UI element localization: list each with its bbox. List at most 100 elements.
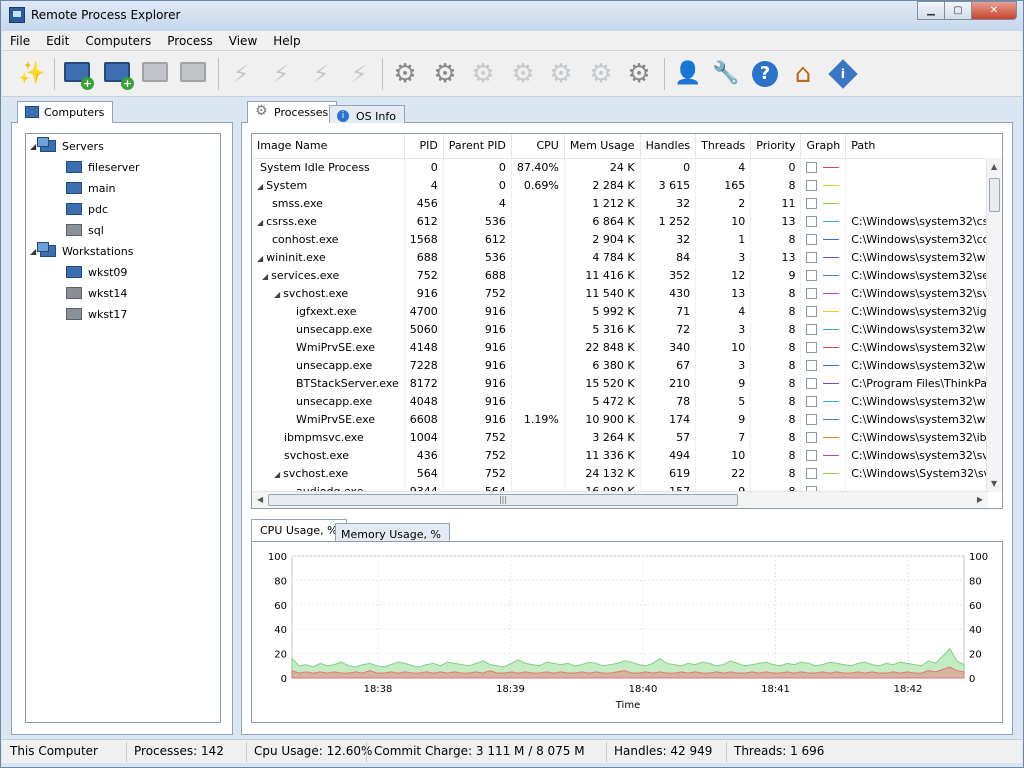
table-row[interactable]: WmiPrvSE.exe 6608 916 1.19% 10 900 K 174 9 8 C:\… [252, 410, 1002, 428]
maximize-button[interactable]: ▢ [944, 1, 972, 20]
table-row[interactable]: smss.exe 456 4 1 212 K 32 2 11 [252, 194, 1002, 212]
table-row[interactable]: System Idle Process 0 0 87.40% 24 K040 [252, 158, 1002, 176]
collapse-arrow-icon[interactable]: ◢ [262, 272, 268, 281]
graph-checkbox[interactable] [806, 324, 818, 335]
graph-checkbox[interactable] [806, 162, 818, 174]
tree-group-servers[interactable]: ◢ Servers [30, 137, 104, 155]
options-button[interactable]: 🔧 [708, 57, 742, 91]
close-button[interactable]: ✕ [971, 1, 1017, 20]
tab-os-info[interactable]: i OS Info [329, 105, 405, 123]
table-row[interactable]: unsecapp.exe 4048 916 5 472 K 78 5 8 C:\Windows… [252, 392, 1002, 410]
table-row[interactable]: ◢ svchost.exe 916 752 11 540 K 430 13 8 C:\Windo… [252, 284, 1002, 302]
col-priority[interactable]: Priority [750, 134, 802, 159]
tab-memory-usage[interactable]: Memory Usage, % [335, 523, 450, 541]
tab-computers[interactable]: Computers [17, 101, 114, 123]
add-computer-button[interactable] [60, 57, 94, 91]
process-priority-button[interactable]: ⚙ [506, 57, 540, 91]
graph-checkbox[interactable] [806, 414, 818, 425]
table-row[interactable]: ◢ services.exe 752 688 11 416 K 352 12 9 C:\Wind… [252, 266, 1002, 284]
graph-checkbox[interactable] [806, 360, 818, 371]
menu-process[interactable]: Process [159, 31, 221, 50]
process-affinity-button[interactable]: ⚙ [544, 57, 578, 91]
graph-checkbox[interactable] [806, 378, 818, 389]
col-graph[interactable]: Graph [800, 134, 847, 159]
menu-view[interactable]: View [221, 31, 265, 50]
graph-checkbox[interactable] [806, 198, 818, 209]
table-row[interactable]: unsecapp.exe 7228 916 6 380 K 67 3 8 C:\Windows… [252, 356, 1002, 374]
tree-item-pdc[interactable]: pdc [66, 200, 108, 218]
remove-computer-button[interactable] [176, 57, 210, 91]
menu-file[interactable]: File [2, 31, 38, 50]
horizontal-scrollbar[interactable]: ◀ ||| ▶ [252, 491, 988, 508]
table-row[interactable]: unsecapp.exe 5060 916 5 316 K 72 3 8 C:\Windows… [252, 320, 1002, 338]
new-process-button[interactable]: ⚙ [428, 57, 462, 91]
tree-item-wkst14[interactable]: wkst14 [66, 284, 127, 302]
connect-button[interactable]: ⚡ [224, 57, 258, 91]
tab-processes[interactable]: ⚙ Processes [247, 101, 338, 123]
collapse-arrow-icon[interactable]: ◢ [274, 470, 280, 479]
table-row[interactable]: ◢ System 4 0 0.69% 2 284 K3 615 165 8 [252, 176, 1002, 194]
reconnect-button[interactable]: ⚡ [304, 57, 338, 91]
menu-edit[interactable]: Edit [38, 31, 77, 50]
scroll-thumb[interactable] [989, 178, 1000, 212]
collapse-arrow-icon[interactable]: ◢ [257, 254, 263, 263]
table-row[interactable]: igfxext.exe 4700 916 5 992 K 71 4 8 C:\Windows\… [252, 302, 1002, 320]
minimize-button[interactable]: ▁ [917, 1, 945, 20]
user-button[interactable]: 👤 [670, 57, 704, 91]
scroll-up-arrow-icon[interactable]: ▲ [991, 162, 997, 171]
title-bar[interactable]: Remote Process Explorer ▁ ▢ ✕ [1, 1, 1023, 31]
tree-item-wkst17[interactable]: wkst17 [66, 305, 127, 323]
tree-group-workstations[interactable]: ◢ Workstations [30, 242, 133, 260]
graph-checkbox[interactable] [806, 306, 818, 317]
col-mem-usage[interactable]: Mem Usage [564, 134, 641, 159]
col-image-name[interactable]: Image Name [252, 134, 405, 159]
col-pid[interactable]: PID [404, 134, 444, 159]
menu-computers[interactable]: Computers [77, 31, 159, 50]
process-properties-button[interactable]: ⚙ [584, 57, 618, 91]
col-handles[interactable]: Handles [640, 134, 697, 159]
scroll-down-arrow-icon[interactable]: ▼ [991, 479, 997, 488]
disconnect-button[interactable]: ⚡ [342, 57, 376, 91]
col-cpu[interactable]: CPU [511, 134, 565, 159]
tree-item-main[interactable]: main [66, 179, 115, 197]
tree-item-wkst09[interactable]: wkst09 [66, 263, 127, 281]
graph-checkbox[interactable] [806, 342, 818, 353]
about-button[interactable]: i [826, 57, 860, 91]
edit-computer-button[interactable] [138, 57, 172, 91]
graph-checkbox[interactable] [806, 396, 818, 407]
scroll-thumb[interactable]: ||| [268, 494, 738, 506]
table-row[interactable]: ◢ csrss.exe 612 536 6 864 K1 252 10 13 C:\Windo… [252, 212, 1002, 230]
scroll-left-arrow-icon[interactable]: ◀ [257, 495, 263, 504]
table-row[interactable]: svchost.exe 436 752 11 336 K 494 10 8 C:\Window… [252, 446, 1002, 464]
table-row[interactable]: ◢ wininit.exe 688 536 4 784 K 84 3 13 C:\Windows… [252, 248, 1002, 266]
vertical-scrollbar[interactable]: ▲ ▼ [986, 158, 1002, 492]
collapse-arrow-icon[interactable]: ◢ [257, 182, 263, 191]
refresh-processes-button[interactable]: ⚙ [388, 57, 422, 91]
kill-process-button[interactable]: ⚙ [466, 57, 500, 91]
help-button[interactable]: ? [748, 57, 782, 91]
add-computers-button[interactable] [100, 57, 134, 91]
connect-as-button[interactable]: ⚡ [264, 57, 298, 91]
col-threads[interactable]: Threads [695, 134, 752, 159]
tree-item-fileserver[interactable]: fileserver [66, 158, 140, 176]
graph-checkbox[interactable] [806, 288, 818, 299]
table-row[interactable]: conhost.exe 1568 612 2 904 K 32 1 8 C:\Windows\… [252, 230, 1002, 248]
table-row[interactable]: BTStackServer.exe 8172 916 15 520 K 210 9 8 C:\… [252, 374, 1002, 392]
graph-checkbox[interactable] [806, 234, 818, 245]
find-process-button[interactable]: ⚙ [622, 57, 656, 91]
col-parent-pid[interactable]: Parent PID [443, 134, 512, 159]
graph-checkbox[interactable] [806, 432, 818, 443]
table-row[interactable]: ◢ svchost.exe 564 752 24 132 K 619 22 8 C:\Windo… [252, 464, 1002, 482]
home-button[interactable]: ⌂ [786, 57, 820, 91]
graph-checkbox[interactable] [806, 252, 818, 263]
scroll-right-arrow-icon[interactable]: ▶ [977, 495, 983, 504]
menu-help[interactable]: Help [265, 31, 308, 50]
graph-checkbox[interactable] [806, 450, 818, 461]
graph-checkbox[interactable] [806, 180, 818, 191]
collapse-arrow-icon[interactable]: ◢ [257, 218, 263, 227]
table-row[interactable]: WmiPrvSE.exe 4148 916 22 848 K 340 10 8 C:\Wind… [252, 338, 1002, 356]
col-path[interactable]: Path [845, 134, 1002, 159]
table-row[interactable]: ibmpmsvc.exe 1004 752 3 264 K 57 7 8 C:\Windows… [252, 428, 1002, 446]
graph-checkbox[interactable] [806, 216, 818, 227]
tree-item-sql[interactable]: sql [66, 221, 104, 239]
